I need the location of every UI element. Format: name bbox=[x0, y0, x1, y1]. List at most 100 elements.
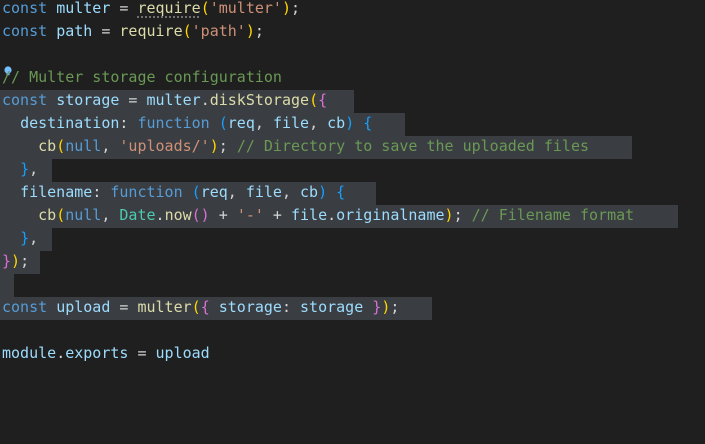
code-token: ) bbox=[281, 0, 291, 17]
code-token: const bbox=[2, 91, 48, 109]
code-token: ; bbox=[291, 0, 301, 17]
code-token: ( bbox=[309, 91, 319, 109]
code-token: ) bbox=[444, 206, 454, 224]
code-token: = bbox=[128, 344, 156, 362]
code-token: cb bbox=[327, 114, 346, 132]
code-token: ( bbox=[56, 137, 66, 155]
code-token: () bbox=[191, 206, 210, 224]
code-token: diskStorage bbox=[209, 91, 310, 109]
code-token: ( bbox=[56, 206, 66, 224]
code-token: exports bbox=[65, 344, 129, 362]
code-line[interactable]: destination: function (req, file, cb) { bbox=[2, 112, 372, 135]
code-token: const bbox=[2, 298, 48, 316]
code-token: ; bbox=[218, 137, 237, 155]
code-token: = bbox=[92, 22, 120, 40]
code-token: req bbox=[200, 183, 228, 201]
code-token: ( bbox=[191, 298, 201, 316]
code-token: : bbox=[119, 114, 138, 132]
code-token: function bbox=[110, 183, 183, 201]
code-token: function bbox=[137, 114, 210, 132]
code-token: // Multer storage configuration bbox=[2, 68, 282, 86]
code-line[interactable]: const upload = multer({ storage: storage… bbox=[2, 296, 399, 319]
code-token: : bbox=[281, 298, 301, 316]
code-line[interactable]: }); bbox=[2, 250, 29, 273]
code-token: { bbox=[336, 183, 346, 201]
code-token: filename bbox=[20, 183, 93, 201]
code-line[interactable]: cb(null, Date.now() + '-' + file.origina… bbox=[2, 204, 634, 227]
code-token: + bbox=[263, 206, 291, 224]
code-token: = bbox=[110, 298, 138, 316]
code-token: ) bbox=[11, 252, 21, 270]
code-token: { bbox=[200, 298, 210, 316]
code-token: path bbox=[56, 22, 93, 40]
code-token: ; bbox=[390, 298, 400, 316]
code-line[interactable]: const multer = require('multer'); bbox=[2, 0, 300, 20]
code-token: } bbox=[20, 229, 30, 247]
code-token: cb bbox=[300, 183, 319, 201]
code-token: upload bbox=[155, 344, 210, 362]
code-editor[interactable]: const multer = require('multer'); const p… bbox=[0, 0, 705, 444]
code-line[interactable]: const storage = multer.diskStorage({ bbox=[2, 89, 327, 112]
code-token: require bbox=[137, 0, 201, 17]
code-token: multer bbox=[146, 91, 201, 109]
code-token: ) bbox=[245, 22, 255, 40]
code-token: ; bbox=[254, 22, 264, 40]
code-token: const bbox=[2, 22, 48, 40]
code-token: multer bbox=[56, 0, 111, 17]
code-line[interactable]: cb(null, 'uploads/'); // Directory to sa… bbox=[2, 135, 589, 158]
code-token: file bbox=[291, 206, 328, 224]
code-line[interactable]: }, bbox=[2, 227, 38, 250]
code-token: , bbox=[29, 160, 39, 178]
code-token: originalname bbox=[336, 206, 445, 224]
code-line[interactable]: // Multer storage configuration bbox=[2, 66, 282, 89]
code-token: null bbox=[65, 137, 102, 155]
code-token: 'path' bbox=[191, 22, 246, 40]
code-token: , bbox=[29, 229, 39, 247]
code-token: , bbox=[101, 206, 120, 224]
code-token: : bbox=[92, 183, 111, 201]
code-token: } bbox=[20, 160, 30, 178]
code-token: storage bbox=[300, 298, 364, 316]
code-token: // Directory to save the uploaded files bbox=[236, 137, 590, 155]
code-line[interactable]: }, bbox=[2, 158, 38, 181]
code-token: , bbox=[101, 137, 120, 155]
code-token: , bbox=[254, 114, 273, 132]
code-token: file bbox=[272, 114, 310, 132]
code-token: require bbox=[119, 22, 183, 40]
code-token: . bbox=[56, 344, 66, 362]
code-token: Date bbox=[119, 206, 156, 224]
code-token: } bbox=[2, 252, 12, 270]
code-token: + bbox=[209, 206, 237, 224]
code-token: ) bbox=[345, 114, 355, 132]
code-token: now bbox=[164, 206, 192, 224]
selection-highlight bbox=[0, 274, 14, 297]
code-token: null bbox=[65, 206, 102, 224]
code-line[interactable]: module.exports = upload bbox=[2, 342, 210, 365]
code-token: cb bbox=[38, 206, 57, 224]
code-token: ) bbox=[318, 183, 328, 201]
code-token: ) bbox=[381, 298, 391, 316]
code-line[interactable]: filename: function (req, file, cb) { bbox=[2, 181, 345, 204]
code-token: } bbox=[372, 298, 382, 316]
code-token: { bbox=[363, 114, 373, 132]
code-line[interactable]: const path = require('path'); bbox=[2, 20, 264, 43]
code-token: ( bbox=[218, 114, 228, 132]
code-token: . bbox=[200, 91, 210, 109]
code-token: { bbox=[318, 91, 328, 109]
code-token: destination bbox=[20, 114, 120, 132]
code-token: 'multer' bbox=[209, 0, 282, 17]
code-token: // Filename format bbox=[471, 206, 635, 224]
code-token: '-' bbox=[236, 206, 264, 224]
code-token: , bbox=[281, 183, 301, 201]
code-token: storage bbox=[218, 298, 282, 316]
code-token: ( bbox=[191, 183, 201, 201]
